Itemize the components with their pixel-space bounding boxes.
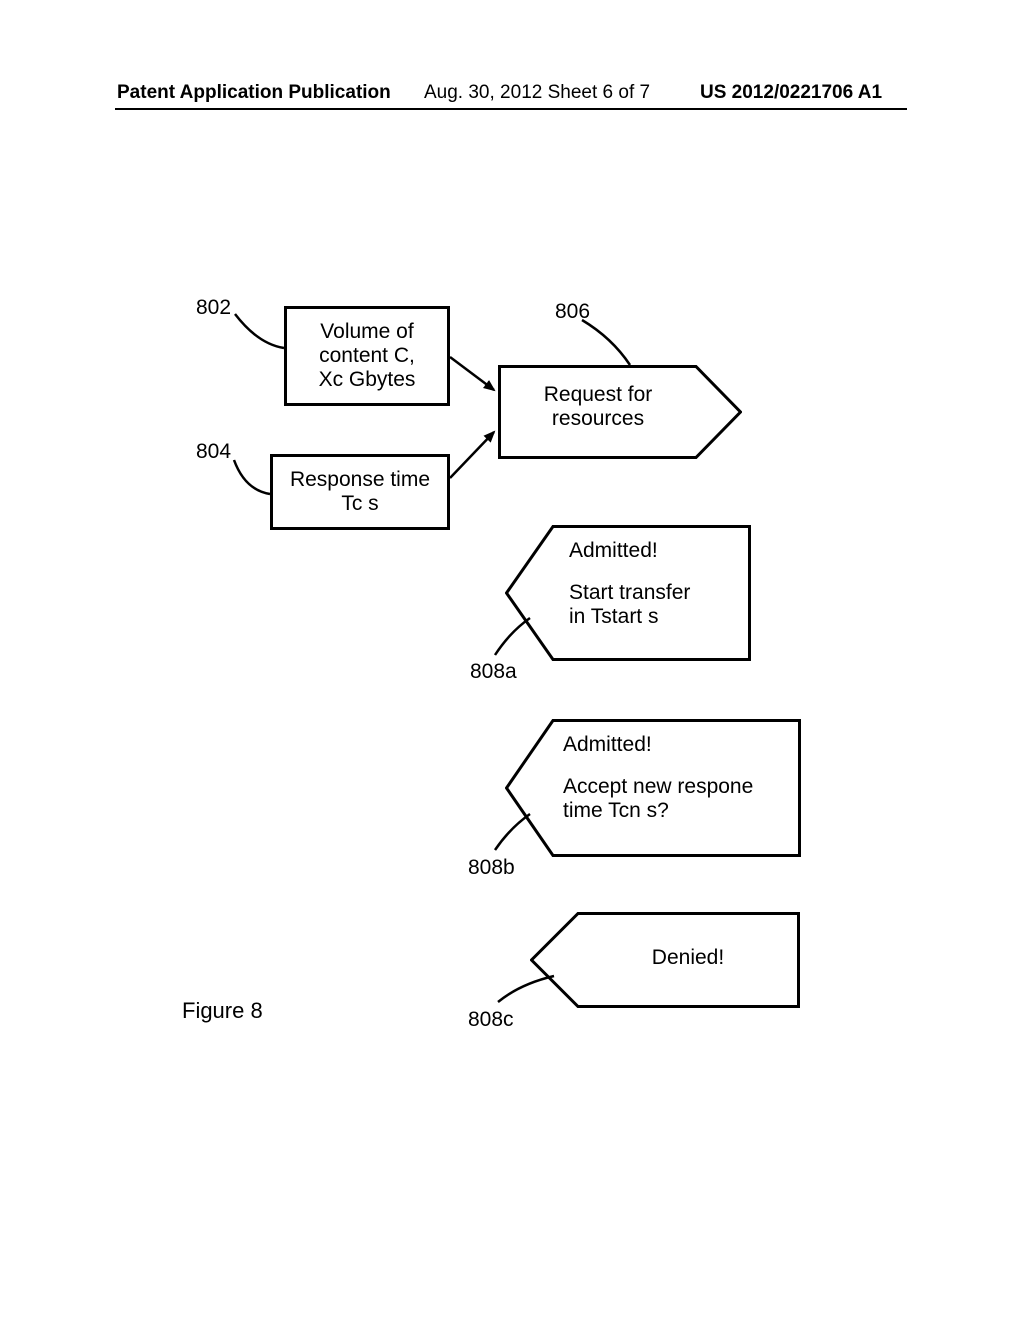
resp-b-line3: time Tcn s?	[563, 799, 799, 823]
shape-response-denied: Denied!	[530, 912, 800, 1008]
box-802-line3: Xc Gbytes	[293, 368, 441, 392]
shape-response-admitted-accept: Admitted! Accept new respone time Tcn s?	[505, 719, 801, 857]
resp-b-line1: Admitted!	[563, 733, 799, 757]
ref-806: 806	[555, 300, 590, 324]
box-response-time: Response time Tc s	[270, 454, 450, 530]
header-date-sheet: Aug. 30, 2012 Sheet 6 of 7	[424, 82, 650, 104]
ref-808b: 808b	[468, 856, 515, 880]
ref-802: 802	[196, 296, 231, 320]
box-volume-content: Volume of content C, Xc Gbytes	[284, 306, 450, 406]
figure-caption: Figure 8	[182, 998, 263, 1024]
header-publication: Patent Application Publication	[117, 82, 391, 104]
ref-804: 804	[196, 440, 231, 464]
resp-a-line2: Start transfer	[569, 581, 749, 605]
resp-a-line3: in Tstart s	[569, 605, 749, 629]
shape-request-for-resources: Request for resources	[498, 365, 742, 459]
shape-response-admitted-start: Admitted! Start transfer in Tstart s	[505, 525, 751, 661]
resp-b-line2: Accept new respone	[563, 775, 799, 799]
box-804-line2: Tc s	[279, 492, 441, 516]
ref-808c: 808c	[468, 1008, 514, 1032]
box-802-line2: content C,	[293, 344, 441, 368]
request-line2: resources	[498, 407, 698, 431]
header-rule	[115, 108, 907, 110]
resp-c-line1: Denied!	[578, 946, 798, 970]
box-804-line1: Response time	[279, 468, 441, 492]
resp-a-line1: Admitted!	[569, 539, 749, 563]
patent-page: Patent Application Publication Aug. 30, …	[0, 0, 1024, 1320]
ref-808a: 808a	[470, 660, 517, 684]
box-802-line1: Volume of	[293, 320, 441, 344]
header-publication-number: US 2012/0221706 A1	[700, 82, 882, 104]
request-line1: Request for	[498, 383, 698, 407]
